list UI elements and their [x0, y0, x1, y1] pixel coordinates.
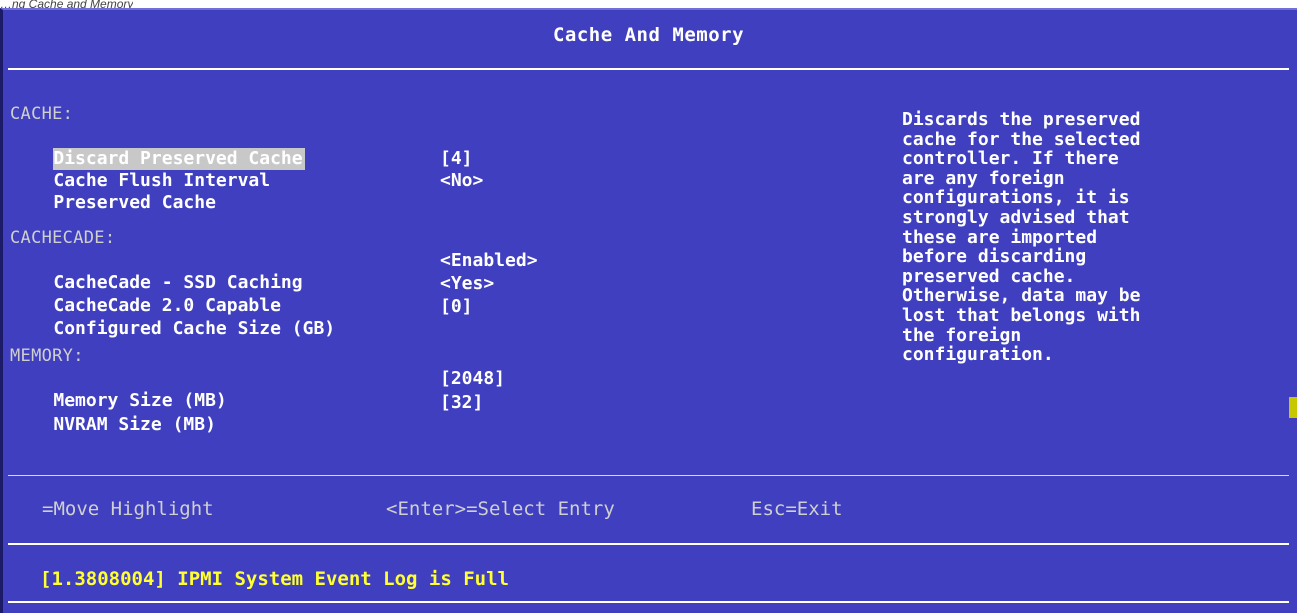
status-message: [1.3808004] IPMI System Event Log is Ful… — [40, 568, 509, 590]
menu-item-configured-cache-size[interactable]: Configured Cache Size (GB) [0] — [10, 296, 472, 339]
help-line: cache for the selected — [902, 128, 1141, 150]
scrollbar-marker[interactable] — [1289, 397, 1297, 418]
section-heading-cachecade: CACHECADE: — [10, 228, 116, 248]
menu-item-cache-flush-interval[interactable]: Cache Flush Interval [4] — [10, 148, 472, 191]
menu-item-label: Configured Cache Size (GB) — [53, 318, 336, 339]
help-line: strongly advised that — [902, 206, 1130, 228]
help-line: lost that belongs with — [902, 304, 1141, 326]
menu-item-memory-size[interactable]: Memory Size (MB) [2048] — [10, 368, 505, 411]
cachecade-ssd-caching-value[interactable]: <Enabled> — [440, 250, 538, 272]
title-divider — [8, 68, 1289, 70]
cachecade-capable-value: <Yes> — [440, 273, 495, 294]
menu-item-preserved-cache[interactable]: Preserved Cache <No> — [10, 170, 483, 213]
help-line: Discards the preserved — [902, 109, 1141, 130]
key-hint-select-entry: <Enter>=Select Entry — [386, 498, 615, 520]
preserved-cache-value[interactable]: <No> — [440, 170, 483, 192]
help-line: before discarding — [902, 246, 1087, 268]
status-divider — [8, 543, 1289, 545]
help-line: these are imported — [902, 226, 1098, 248]
menu-item-cachecade-ssd-caching[interactable]: CacheCade - SSD Caching <Enabled> — [10, 250, 537, 293]
cache-flush-interval-value[interactable]: [4] — [440, 148, 473, 170]
menu-item-label: Preserved Cache — [53, 192, 216, 213]
key-hint-exit: Esc=Exit — [751, 498, 843, 520]
help-line: configuration. — [902, 344, 1054, 366]
menu-item-discard-preserved-cache[interactable]: Discard Preserved Cache — [10, 126, 305, 170]
help-line: configurations, it is — [902, 187, 1130, 209]
page-title: Cache And Memory — [552, 24, 745, 46]
help-line: are any foreign — [902, 167, 1065, 189]
help-text: Discards the preserved cache for the sel… — [902, 110, 1282, 365]
memory-size-value: [2048] — [440, 368, 506, 389]
bios-screen: …ng Cache and Memory Cache And Memory CA… — [0, 0, 1297, 613]
menu-item-nvram-size[interactable]: NVRAM Size (MB) [32] — [10, 392, 483, 435]
menu-item-label: NVRAM Size (MB) — [53, 414, 216, 435]
help-line: Otherwise, data may be — [902, 285, 1141, 307]
nvram-size-value: [32] — [440, 392, 484, 413]
help-line: preserved cache. — [902, 265, 1076, 287]
help-line: controller. If there — [902, 148, 1119, 170]
section-heading-memory: MEMORY: — [10, 346, 84, 366]
configured-cache-size-value: [0] — [440, 296, 473, 317]
menu-item-cachecade-capable[interactable]: CacheCade 2.0 Capable <Yes> — [10, 273, 494, 316]
key-hint-move-highlight: =Move Highlight — [42, 498, 214, 520]
help-line: the foreign — [902, 324, 1022, 346]
key-hints-divider — [8, 475, 1289, 476]
section-heading-cache: CACHE: — [10, 104, 74, 124]
bottom-divider — [8, 601, 1289, 603]
